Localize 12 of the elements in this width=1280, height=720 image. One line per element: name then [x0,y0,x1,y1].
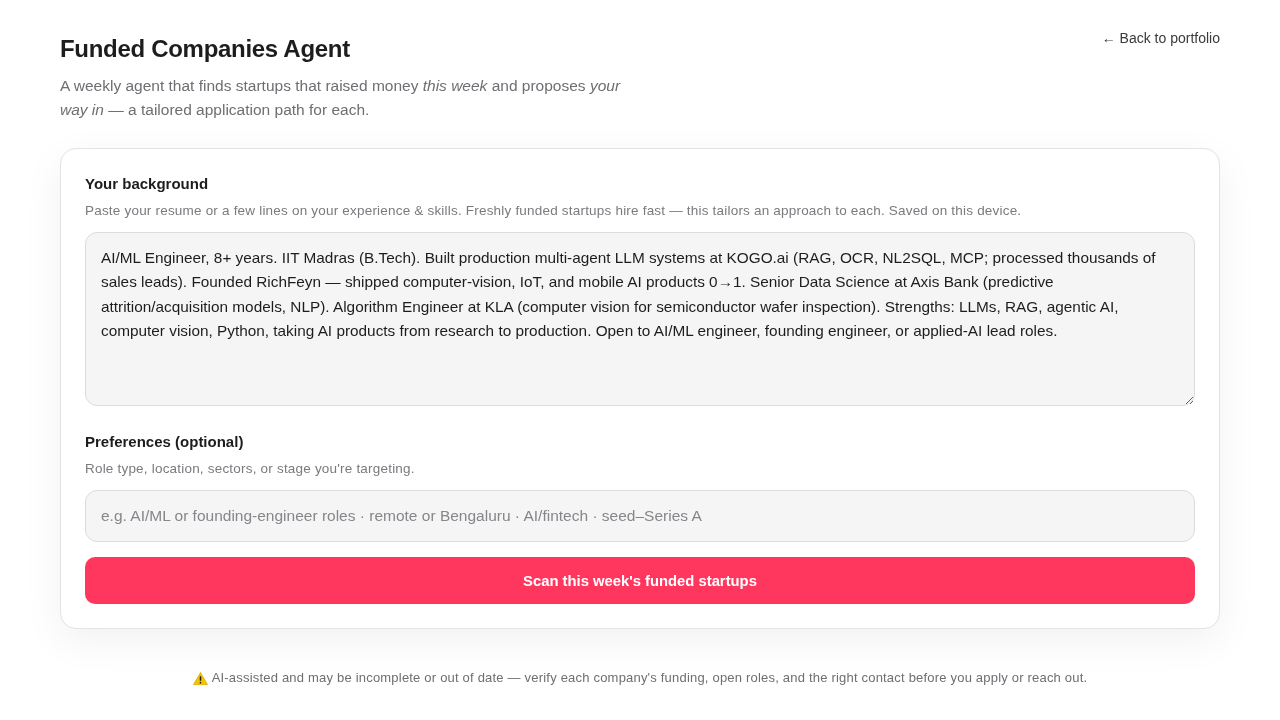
background-textarea[interactable]: AI/ML Engineer, 8+ years. IIT Madras (B.Tech). Built production multi-agent LLM systems at KOGO.ai (RAG, OCR, NL2SQL, MCP; processed thousands of sales leads). Founded RichFeyn — shipped computer-vision, IoT, and mobile AI products 0→1. Senior Data Science at Axis Bank (predictive attrition/acquisition models, NLP). Algorithm Engineer at KLA (computer vision for semiconductor wafer inspection). Strengths: LLMs, RAG, agentic AI, computer vision, Python, taking AI products from research to production. Open to AI/ML engineer, founding engineer, or applied-AI lead roles. [85,232,1195,406]
back-link[interactable]: ← Back to portfolio [1101,28,1220,48]
field-hint: Paste your resume or a few lines on your experience & skills. Freshly funded startups hire fast — this tailors an approach to each. Saved on this device. [85,202,1022,220]
field-label: Your background [85,174,209,194]
field-hint: Role type, location, sectors, or stage you're targeting. [85,460,415,478]
preferences-input[interactable]: e.g. AI/ML or founding-engineer roles · remote or Bengaluru · AI/fintech · seed–Series A [85,490,1195,542]
disclaimer-text: AI-assisted and may be incomplete or out of date — verify each company's funding, open roles, and the right contact before you apply or reach out. [211,669,1088,687]
field-label: Preferences (optional) [85,432,244,452]
scan-button[interactable]: Scan this week's funded startups [85,557,1195,604]
page-title: Funded Companies Agent [60,34,350,64]
page-description: A weekly agent that finds startups that raised money this week and proposes your way in — a tailored application path for each. [60,76,622,120]
warning-icon [192,671,208,685]
